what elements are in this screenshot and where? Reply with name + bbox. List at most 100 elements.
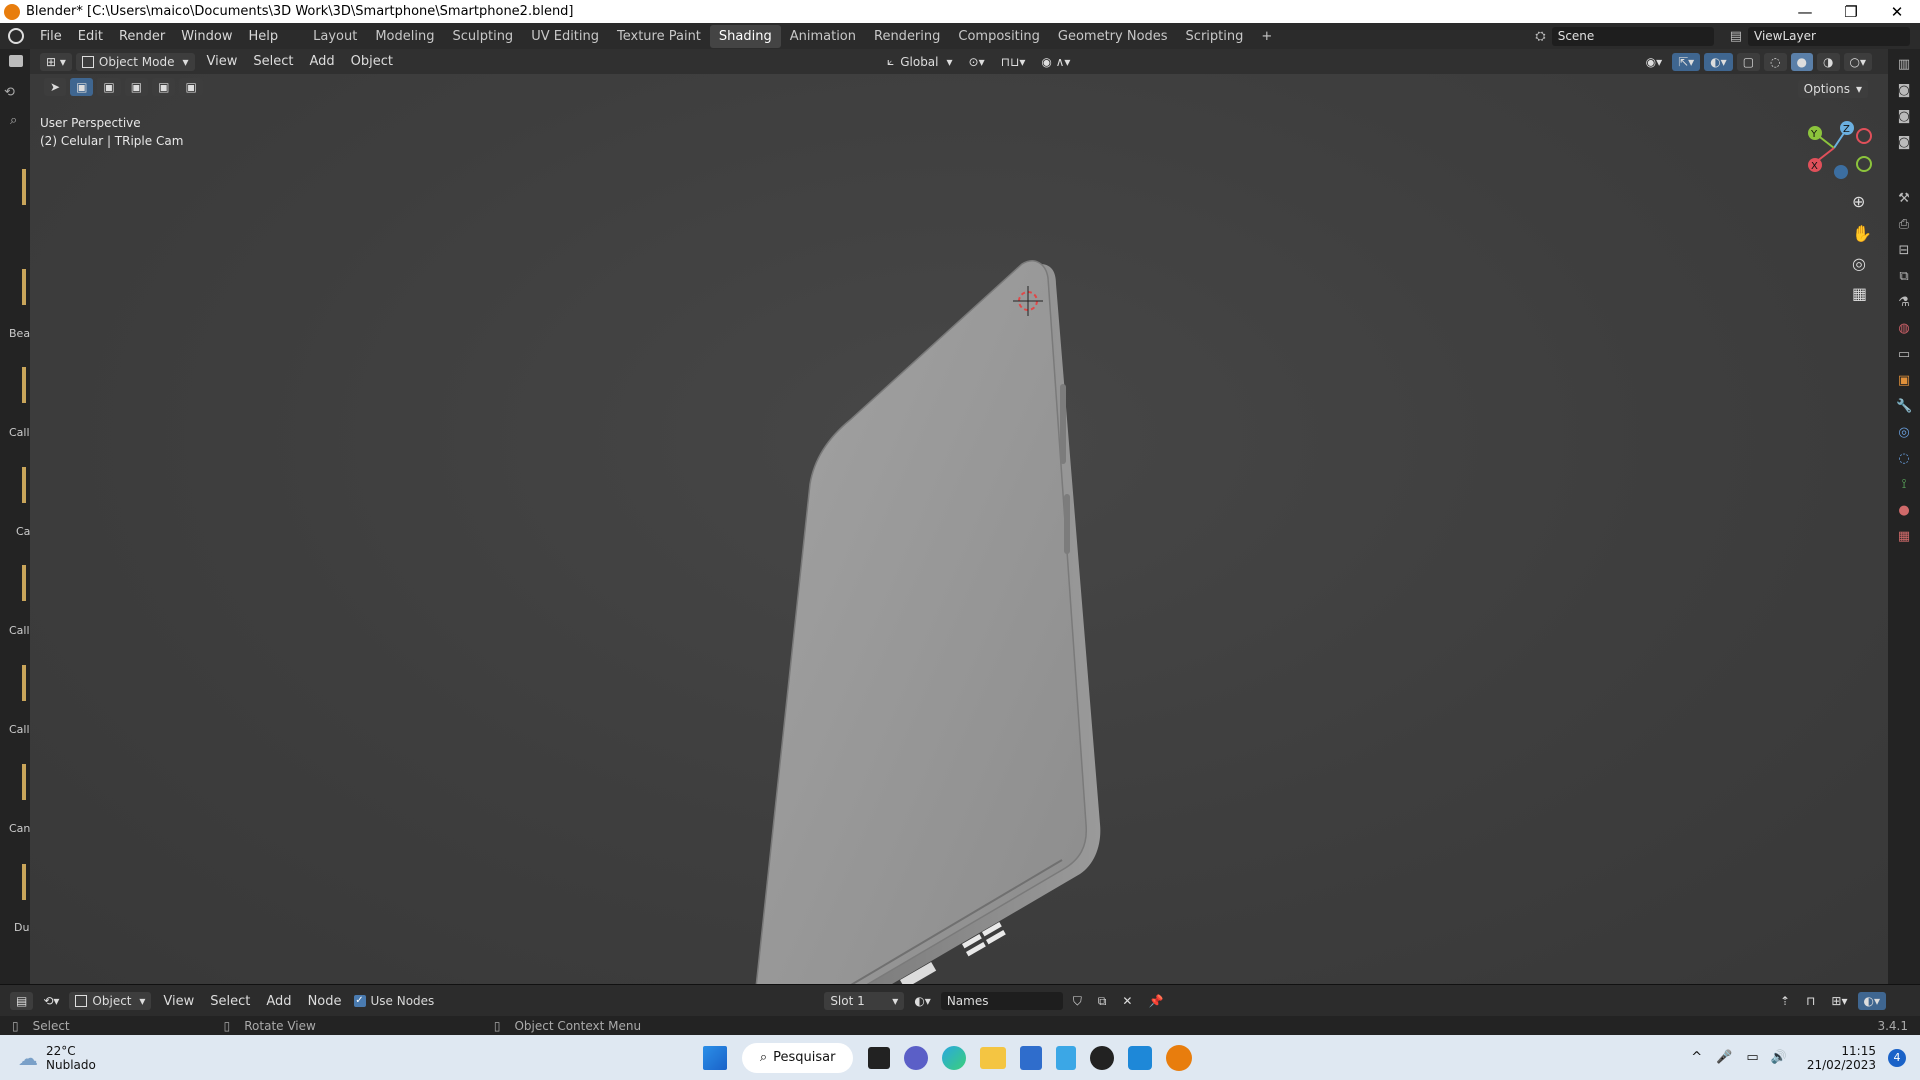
wireframe-shading-button[interactable]: ◌ bbox=[1764, 52, 1787, 71]
view-layer-tab-icon[interactable]: ⧉ bbox=[1896, 269, 1912, 285]
viewport-menu-select[interactable]: Select bbox=[245, 54, 301, 69]
tab-animation[interactable]: Animation bbox=[781, 25, 865, 48]
editor-type-icon[interactable] bbox=[9, 55, 23, 67]
notifications-badge[interactable]: 4 bbox=[1888, 1048, 1906, 1067]
visibility-button[interactable]: ◉▾ bbox=[1640, 53, 1669, 71]
node-menu-node[interactable]: Node bbox=[300, 994, 350, 1009]
smartphone-model[interactable] bbox=[690, 224, 1130, 984]
viewport-menu-add[interactable]: Add bbox=[302, 54, 343, 69]
3d-viewport[interactable]: ➤ ▣ ▣ ▣ ▣ ▣ User Perspective (2) Celular… bbox=[30, 74, 1888, 984]
material-name-field[interactable]: Names bbox=[940, 992, 1063, 1010]
outliner-label[interactable]: Call bbox=[9, 723, 30, 736]
search-icon[interactable]: ⌕ bbox=[10, 113, 17, 128]
overlays-button[interactable]: ◐▾ bbox=[1704, 52, 1733, 71]
menu-file[interactable]: File bbox=[32, 29, 70, 44]
teams-chat-icon[interactable] bbox=[904, 1045, 929, 1070]
menu-render[interactable]: Render bbox=[111, 29, 173, 44]
menu-edit[interactable]: Edit bbox=[70, 29, 111, 44]
file-explorer-icon[interactable] bbox=[980, 1046, 1007, 1069]
tab-compositing[interactable]: Compositing bbox=[949, 25, 1049, 48]
material-browse-button[interactable]: ◐▾ bbox=[908, 992, 937, 1010]
outliner-label[interactable]: Ca bbox=[16, 525, 30, 538]
outliner-label[interactable]: Du bbox=[14, 921, 29, 934]
camera-restrict-icon[interactable]: ◙ bbox=[1896, 109, 1912, 125]
volume-icon[interactable]: 🔊 bbox=[1771, 1050, 1787, 1065]
pin-icon[interactable]: 📌 bbox=[1142, 992, 1169, 1010]
tab-uv-editing[interactable]: UV Editing bbox=[522, 25, 608, 48]
material-slot-selector[interactable]: Slot 1 ▾ bbox=[824, 992, 905, 1010]
task-view-icon[interactable] bbox=[868, 1046, 891, 1069]
xray-button[interactable]: ▢ bbox=[1736, 52, 1761, 71]
cube-app-icon[interactable] bbox=[1128, 1045, 1153, 1070]
node-menu-view[interactable]: View bbox=[155, 994, 202, 1009]
node-menu-select[interactable]: Select bbox=[202, 994, 258, 1009]
camera-view-icon[interactable]: ◎ bbox=[1852, 254, 1866, 273]
use-nodes-toggle[interactable]: ✓ Use Nodes bbox=[353, 994, 434, 1008]
view-layer-selector[interactable]: ViewLayer bbox=[1748, 26, 1910, 46]
tool-tab-icon[interactable]: ⚒ bbox=[1896, 191, 1912, 207]
outliner-label[interactable]: Call bbox=[9, 426, 30, 439]
scene-tab-icon[interactable]: ⚗ bbox=[1896, 295, 1912, 311]
axis-neg-x-icon[interactable] bbox=[1856, 128, 1872, 144]
texture-tab-icon[interactable]: ▦ bbox=[1896, 529, 1912, 545]
particles-tab-icon[interactable]: ◎ bbox=[1896, 425, 1912, 441]
outliner-label[interactable]: Can bbox=[9, 822, 30, 835]
navigation-gizmo[interactable]: Z Y X bbox=[1800, 104, 1876, 180]
notepad-icon[interactable] bbox=[1056, 1045, 1077, 1070]
node-editor-type-button[interactable]: ▤ bbox=[10, 992, 34, 1010]
outliner-restrict-icon[interactable]: ▥ bbox=[1896, 57, 1912, 73]
microphone-icon[interactable]: 🎤 bbox=[1716, 1050, 1732, 1065]
chevron-up-icon[interactable]: ^ bbox=[1691, 1050, 1702, 1065]
proportional-edit-button[interactable]: ◉ ∧▾ bbox=[1035, 53, 1076, 71]
transform-orientation-selector[interactable]: ⟀ Global ▾ bbox=[881, 52, 959, 71]
view-layer-icon[interactable]: ▤ bbox=[1730, 29, 1742, 44]
constraints-tab-icon[interactable]: ⟟ bbox=[1896, 477, 1912, 493]
viewport-menu-object[interactable]: Object bbox=[343, 54, 401, 69]
outliner-label[interactable]: Bea bbox=[9, 327, 30, 340]
tab-rendering[interactable]: Rendering bbox=[865, 25, 949, 48]
minimize-button[interactable]: — bbox=[1782, 3, 1828, 21]
collection-tab-icon[interactable]: ▭ bbox=[1896, 347, 1912, 363]
add-workspace-button[interactable]: + bbox=[1252, 25, 1281, 48]
output-tab-icon[interactable]: ⊟ bbox=[1896, 243, 1912, 259]
clock[interactable]: 11:15 21/02/2023 bbox=[1807, 1044, 1876, 1072]
viewport-menu-view[interactable]: View bbox=[199, 54, 246, 69]
rendered-shading-button[interactable]: ○▾ bbox=[1843, 52, 1872, 71]
tab-geometry-nodes[interactable]: Geometry Nodes bbox=[1049, 25, 1177, 48]
media-player-icon[interactable] bbox=[1090, 1045, 1115, 1070]
node-overlays-icon[interactable]: ◐▾ bbox=[1857, 992, 1886, 1010]
windows-start-icon[interactable] bbox=[702, 1045, 727, 1070]
select-tool-icon[interactable]: ➤ bbox=[44, 78, 67, 96]
object-tab-icon[interactable]: ▣ bbox=[1896, 373, 1912, 389]
tab-shading[interactable]: Shading bbox=[709, 24, 781, 48]
pan-hand-icon[interactable]: ✋ bbox=[1852, 224, 1872, 243]
scene-icon[interactable]: ⛭ bbox=[1535, 29, 1545, 44]
parent-node-tree-icon[interactable]: ⇡ bbox=[1774, 992, 1796, 1010]
material-shading-button[interactable]: ◑ bbox=[1817, 52, 1840, 71]
tab-texture-paint[interactable]: Texture Paint bbox=[608, 25, 710, 48]
select-mode-intersect-icon[interactable]: ▣ bbox=[179, 78, 203, 96]
shader-type-selector[interactable]: ⟲▾ bbox=[37, 992, 65, 1010]
world-tab-icon[interactable]: ◍ bbox=[1896, 321, 1912, 337]
close-button[interactable]: ✕ bbox=[1874, 3, 1920, 21]
solid-shading-button[interactable]: ● bbox=[1790, 52, 1814, 71]
menu-help[interactable]: Help bbox=[241, 29, 287, 44]
render-tab-icon[interactable]: ⎙ bbox=[1896, 217, 1912, 233]
duplicate-material-icon[interactable]: ⧉ bbox=[1092, 992, 1113, 1011]
editor-type-button[interactable]: ⊞ ▾ bbox=[40, 52, 72, 71]
select-mode-extend-icon[interactable]: ▣ bbox=[97, 78, 121, 96]
select-mode-new-icon[interactable]: ▣ bbox=[70, 78, 94, 96]
weather-widget[interactable]: ☁ 22°C Nublado bbox=[18, 1044, 96, 1072]
node-snap-mode-icon[interactable]: ⊞▾ bbox=[1825, 992, 1853, 1010]
tab-modeling[interactable]: Modeling bbox=[366, 25, 443, 48]
node-menu-add[interactable]: Add bbox=[258, 994, 299, 1009]
tab-sculpting[interactable]: Sculpting bbox=[443, 25, 522, 48]
select-mode-invert-icon[interactable]: ▣ bbox=[152, 78, 176, 96]
tool-cursor-icon[interactable]: ⟲ bbox=[4, 85, 15, 100]
store-icon[interactable] bbox=[1020, 1045, 1043, 1070]
scene-selector[interactable]: Scene bbox=[1551, 26, 1714, 46]
camera-restrict-icon[interactable]: ◙ bbox=[1896, 135, 1912, 151]
ortho-grid-icon[interactable]: ▦ bbox=[1852, 284, 1867, 303]
material-tab-icon[interactable]: ● bbox=[1896, 503, 1912, 519]
gizmo-toggle-button[interactable]: ⇱▾ bbox=[1672, 52, 1701, 71]
